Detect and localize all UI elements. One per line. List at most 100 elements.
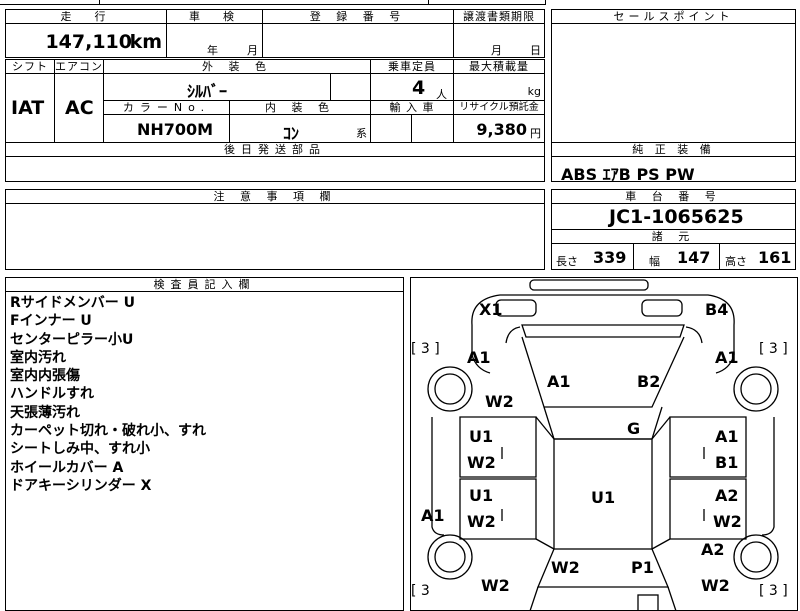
height-value: 161 <box>758 248 792 267</box>
rear-right: P1 <box>631 558 654 577</box>
import-label: 輸 入 車 <box>370 100 454 115</box>
exterior-color-value: ｼﾙﾊﾞｰ <box>187 82 228 101</box>
capacity-cell: 4 人 <box>370 73 454 101</box>
max-load-cell: kg <box>453 73 545 101</box>
rear-wheel-right: W2 <box>701 576 730 595</box>
front-bumper-left: X1 <box>479 300 503 319</box>
hood-left: A1 <box>547 372 571 391</box>
inspector-note: 室内汚れ <box>10 349 66 366</box>
recycle-cell: 9,380 円 <box>453 114 545 143</box>
inspector-label: 検査員記入欄 <box>5 277 404 292</box>
front-fender-left: A1 <box>467 348 491 367</box>
mileage-label: 走 行 <box>5 9 167 24</box>
chassis-value: JC1-1065625 <box>609 206 744 228</box>
front-door-left-top: U1 <box>469 427 494 446</box>
inspector-note: 天張薄汚れ <box>10 404 80 421</box>
height-cell: 高さ 161 <box>719 243 796 270</box>
chassis-label: 車 台 番 号 <box>551 189 796 204</box>
color-no-value: NH700M <box>137 120 214 139</box>
recycle-unit: 円 <box>530 127 541 140</box>
length-label: 長さ <box>556 255 578 268</box>
roof: G <box>627 419 641 438</box>
length-value: 339 <box>593 248 627 267</box>
bracket-right: [ 3 ] <box>759 341 788 357</box>
inspector-cell: Rサイドメンバー U Fインナー U センターピラー小U 室内汚れ 室内内張傷 … <box>5 291 404 611</box>
inspector-note: 室内内張傷 <box>10 368 80 385</box>
shift-value: IAT <box>11 97 45 119</box>
floor: U1 <box>591 488 616 507</box>
dimensions-label: 諸 元 <box>551 229 796 244</box>
sales-point-label: セールスポイント <box>551 9 796 24</box>
front-bumper-right: B4 <box>705 300 729 319</box>
mileage-unit: km <box>129 31 162 53</box>
front-door-right-top: A1 <box>715 427 739 446</box>
genuine-equipment-value: ABS ｴｱB PS PW <box>561 165 695 184</box>
width-value: 147 <box>677 248 711 267</box>
inspector-note: ドアキーシリンダー X <box>10 477 152 494</box>
import-cell-left <box>370 114 412 143</box>
interior-color-label: 内 装 色 <box>229 100 371 115</box>
color-no-label: カラーNo. <box>103 100 230 115</box>
transfer-day: 日 <box>530 44 541 57</box>
inspection-cell: 年 月 <box>166 23 263 58</box>
transfer-doc-cell: 月 日 <box>453 23 545 58</box>
genuine-equipment-label: 純 正 装 備 <box>551 142 796 157</box>
inspection-month: 月 <box>247 44 258 57</box>
width-cell: 幅 147 <box>633 243 720 270</box>
inspector-note: ホイールカバー A <box>10 459 124 476</box>
inspector-note: ハンドルすれ <box>10 386 94 403</box>
caution-cell <box>5 203 545 270</box>
rear-door-left-top: U1 <box>469 486 494 505</box>
top-left-corner-box <box>0 0 100 5</box>
mileage-cell: 147,110 km <box>5 23 167 58</box>
inspector-note: カーペット切れ・破れ小、すれ <box>10 423 206 440</box>
max-load-unit: kg <box>527 85 541 98</box>
mileage-value: 147,110 <box>45 31 132 53</box>
recycle-value: 9,380 <box>476 120 527 139</box>
inspector-notes-list: Rサイドメンバー U Fインナー U センターピラー小U 室内汚れ 室内内張傷 … <box>10 294 206 495</box>
exterior-color-extra-cell <box>330 73 371 101</box>
inspection-year: 年 <box>207 44 218 57</box>
bracket-bottom-left: [ 3 <box>411 583 430 599</box>
rear-door-right-bottom: W2 <box>713 512 742 531</box>
hood-right: B2 <box>637 372 661 391</box>
import-cell-right <box>411 114 454 143</box>
inspector-note: シートしみ中、すれ小 <box>10 441 150 458</box>
top-right-corner-box <box>428 0 546 5</box>
bracket-left: [ 3 ] <box>411 341 440 357</box>
color-no-cell: NH700M <box>103 114 230 143</box>
capacity-label: 乗車定員 <box>370 59 454 74</box>
car-diagram-panel: [ 3 ] [ 3 ] [ 3 [ 3 ] X1 B4 A1 A1 A1 B2 … <box>410 277 798 611</box>
width-label: 幅 <box>649 255 660 268</box>
rear-wheel-left: W2 <box>481 576 510 595</box>
rear-left: W2 <box>551 558 580 577</box>
later-parts-cell <box>5 156 545 182</box>
recycle-label: リサイクル預託金 <box>453 100 545 115</box>
registration-label: 登 録 番 号 <box>262 9 454 24</box>
max-load-label: 最大積載量 <box>453 59 545 74</box>
rear-door-left-bottom: W2 <box>467 512 496 531</box>
transfer-month: 月 <box>491 44 502 57</box>
interior-color-cell: ｺﾝ 系 <box>229 114 371 143</box>
rear-fender-right: A2 <box>701 540 725 559</box>
inspector-note: Fインナー U <box>10 313 92 330</box>
inspection-label: 車 検 <box>166 9 263 24</box>
rocker-left: A1 <box>421 506 445 525</box>
chassis-cell: JC1-1065625 <box>551 203 796 230</box>
exterior-color-cell: ｼﾙﾊﾞｰ <box>103 73 331 101</box>
transfer-doc-label: 譲渡書類期限 <box>453 9 545 24</box>
interior-color-suffix: 系 <box>356 127 367 140</box>
front-wheel-left: W2 <box>485 392 514 411</box>
inspector-note: Rサイドメンバー U <box>10 295 136 311</box>
top-mid-corner-box <box>99 0 429 5</box>
front-fender-right: A1 <box>715 348 739 367</box>
interior-color-value: ｺﾝ <box>283 124 300 143</box>
front-door-right-bottom: B1 <box>715 453 739 472</box>
ac-label: エアコン <box>54 59 104 74</box>
exterior-color-label: 外 装 色 <box>103 59 371 74</box>
rear-door-right-top: A2 <box>715 486 739 505</box>
shift-cell: IAT <box>5 73 55 143</box>
inspector-note: センターピラー小U <box>10 331 134 348</box>
bracket-bottom-right: [ 3 ] <box>759 583 788 599</box>
ac-cell: AC <box>54 73 104 143</box>
